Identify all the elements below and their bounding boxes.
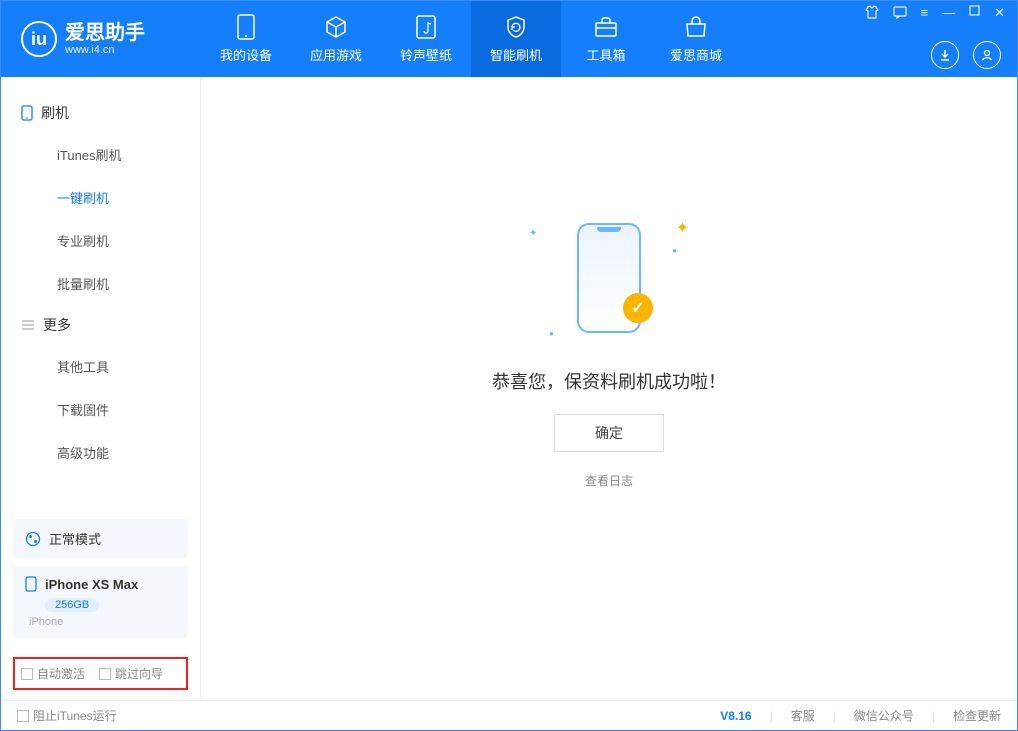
- wechat-link[interactable]: 微信公众号: [854, 707, 914, 724]
- header-action-circles: [931, 41, 1005, 69]
- sidebar-item-other-tools[interactable]: 其他工具: [1, 345, 200, 388]
- capacity-badge: 256GB: [45, 598, 99, 612]
- flash-options-row: 自动激活 跳过向导: [13, 657, 188, 690]
- sidebar-item-batch-flash[interactable]: 批量刷机: [1, 262, 200, 305]
- mode-icon: [25, 531, 41, 547]
- tab-apps-games[interactable]: 应用游戏: [291, 1, 381, 77]
- shield-refresh-icon: [504, 15, 528, 39]
- feedback-icon[interactable]: [893, 5, 907, 21]
- logo-section[interactable]: iu 爱思助手 www.i4.cn: [1, 21, 201, 57]
- nav-tabs: 我的设备 应用游戏 铃声壁纸 智能刷机 工具箱: [201, 1, 741, 77]
- window-controls: ≡ — ✕: [865, 5, 1006, 21]
- checkbox-label: 自动激活: [37, 665, 85, 682]
- status-bar: 阻止iTunes运行 V8.16 | 客服 | 微信公众号 | 检查更新: [1, 700, 1017, 730]
- check-update-link[interactable]: 检查更新: [953, 707, 1001, 724]
- main-content: ✦ ✦ ● ● ✓ 恭喜您，保资料刷机成功啦！ 确定 查看日志: [201, 77, 1017, 700]
- tab-label: 智能刷机: [490, 45, 542, 64]
- tab-smart-flash[interactable]: 智能刷机: [471, 1, 561, 77]
- checkbox-box: [17, 710, 29, 722]
- device-cards: 正常模式 iPhone XS Max 256GB iPhone: [13, 519, 188, 638]
- success-message: 恭喜您，保资料刷机成功啦！: [492, 368, 726, 394]
- group-label: 刷机: [41, 103, 69, 123]
- sidebar-item-oneclick-flash[interactable]: 一键刷机: [1, 176, 200, 219]
- support-link[interactable]: 客服: [791, 707, 815, 724]
- group-label: 更多: [43, 315, 71, 335]
- mode-label: 正常模式: [49, 529, 101, 548]
- download-manager-button[interactable]: [931, 41, 959, 69]
- list-icon: [21, 319, 35, 331]
- sparkle-icon: ✦: [676, 218, 689, 238]
- checkbox-auto-activate[interactable]: 自动激活: [21, 665, 85, 682]
- store-icon: [684, 15, 708, 39]
- checkbox-box: [21, 668, 33, 680]
- logo-text: 爱思助手 www.i4.cn: [65, 22, 145, 56]
- app-subtitle: www.i4.cn: [65, 44, 145, 56]
- phone-illustration-icon: ✓: [577, 223, 641, 333]
- tab-my-device[interactable]: 我的设备: [201, 1, 291, 77]
- version-label: V8.16: [720, 709, 751, 723]
- mode-card[interactable]: 正常模式: [13, 519, 188, 558]
- tab-label: 铃声壁纸: [400, 45, 452, 64]
- ok-button[interactable]: 确定: [554, 414, 664, 452]
- sidebar-item-advanced[interactable]: 高级功能: [1, 431, 200, 474]
- tab-label: 爱思商城: [670, 45, 722, 64]
- device-icon: [25, 576, 37, 592]
- music-file-icon: [414, 15, 438, 39]
- tab-store[interactable]: 爱思商城: [651, 1, 741, 77]
- phone-icon: [21, 105, 33, 121]
- sidebar-group-more[interactable]: 更多: [1, 305, 200, 345]
- separator: |: [932, 709, 935, 723]
- app-title: 爱思助手: [65, 22, 145, 44]
- tab-label: 我的设备: [220, 45, 272, 64]
- app-header: iu 爱思助手 www.i4.cn 我的设备 应用游戏 铃声壁纸: [1, 1, 1017, 77]
- cube-icon: [324, 15, 348, 39]
- success-illustration: ✦ ✦ ● ● ✓: [499, 208, 719, 348]
- sparkle-icon: ✦: [529, 228, 537, 239]
- footer-left: 阻止iTunes运行: [17, 707, 117, 724]
- checkbox-block-itunes[interactable]: 阻止iTunes运行: [17, 707, 117, 724]
- device-type: iPhone: [29, 616, 63, 628]
- tab-label: 工具箱: [586, 45, 625, 64]
- footer-right: V8.16 | 客服 | 微信公众号 | 检查更新: [720, 707, 1001, 724]
- device-name: iPhone XS Max: [45, 577, 138, 592]
- checkmark-badge-icon: ✓: [623, 293, 653, 323]
- checkbox-label: 阻止iTunes运行: [33, 707, 117, 724]
- maximize-icon[interactable]: [969, 5, 980, 21]
- device-card[interactable]: iPhone XS Max 256GB iPhone: [13, 566, 188, 638]
- sparkle-icon: ●: [672, 246, 677, 255]
- sidebar: 刷机 iTunes刷机 一键刷机 专业刷机 批量刷机 更多 其他工具 下载固件 …: [1, 77, 201, 700]
- tab-toolbox[interactable]: 工具箱: [561, 1, 651, 77]
- skin-icon[interactable]: [865, 5, 879, 21]
- sidebar-item-download-firmware[interactable]: 下载固件: [1, 388, 200, 431]
- device-icon: [234, 15, 258, 39]
- separator: |: [833, 709, 836, 723]
- checkbox-box: [99, 668, 111, 680]
- logo-icon: iu: [21, 21, 57, 57]
- sidebar-item-itunes-flash[interactable]: iTunes刷机: [1, 133, 200, 176]
- app-body: 刷机 iTunes刷机 一键刷机 专业刷机 批量刷机 更多 其他工具 下载固件 …: [1, 77, 1017, 700]
- minimize-icon[interactable]: —: [942, 5, 955, 21]
- menu-icon[interactable]: ≡: [921, 5, 929, 21]
- close-icon[interactable]: ✕: [994, 5, 1005, 21]
- checkbox-label: 跳过向导: [115, 665, 163, 682]
- account-button[interactable]: [973, 41, 1001, 69]
- tab-label: 应用游戏: [310, 45, 362, 64]
- sidebar-group-flash[interactable]: 刷机: [1, 93, 200, 133]
- header-right: ≡ — ✕: [865, 1, 1006, 77]
- checkbox-skip-guide[interactable]: 跳过向导: [99, 665, 163, 682]
- separator: |: [770, 709, 773, 723]
- sidebar-item-pro-flash[interactable]: 专业刷机: [1, 219, 200, 262]
- sparkle-icon: ●: [549, 329, 554, 338]
- toolbox-icon: [594, 15, 618, 39]
- view-log-link[interactable]: 查看日志: [585, 472, 633, 489]
- tab-ringtones[interactable]: 铃声壁纸: [381, 1, 471, 77]
